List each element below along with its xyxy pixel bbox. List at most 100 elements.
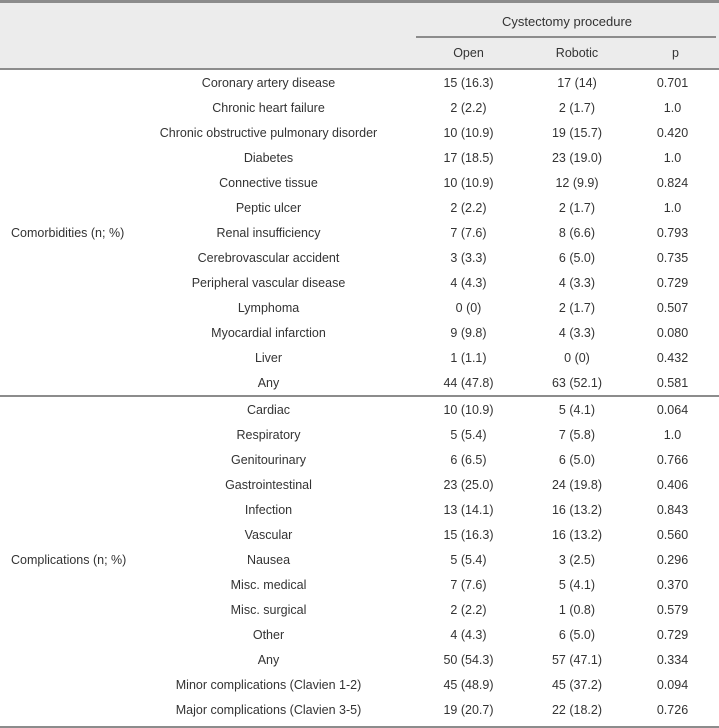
cell-open: 10 (10.9) <box>415 170 522 195</box>
cell-p-value: 0.793 <box>632 220 719 245</box>
cell-robotic: 63 (52.1) <box>522 370 632 395</box>
row-label: Genitourinary <box>150 447 415 472</box>
row-label: Renal insufficiency <box>150 220 415 245</box>
cell-p-value: 0.406 <box>632 472 719 497</box>
row-label: Major complications (Clavien 3-5) <box>150 697 415 722</box>
cell-open: 10 (10.9) <box>415 120 522 145</box>
cell-open: 0 (0) <box>415 295 522 320</box>
row-label: Chronic obstructive pulmonary disorder <box>150 120 415 145</box>
row-label: Coronary artery disease <box>150 70 415 95</box>
group-header-cystectomy-procedure: Cystectomy procedure <box>415 3 719 38</box>
row-label: Nausea <box>150 547 415 572</box>
cell-p-value: 0.766 <box>632 447 719 472</box>
row-label: Lymphoma <box>150 295 415 320</box>
cell-open: 3 (3.3) <box>415 245 522 270</box>
cell-robotic: 2 (1.7) <box>522 295 632 320</box>
cell-p-value: 0.432 <box>632 345 719 370</box>
row-label: Myocardial infarction <box>150 320 415 345</box>
cell-robotic: 8 (6.6) <box>522 220 632 245</box>
cell-robotic: 57 (47.1) <box>522 647 632 672</box>
column-header-robotic: Robotic <box>522 38 632 68</box>
cell-p-value: 0.370 <box>632 572 719 597</box>
stub-header-cell <box>0 3 415 38</box>
cell-robotic: 3 (2.5) <box>522 547 632 572</box>
column-header-row: Open Robotic p <box>0 38 719 68</box>
row-label: Respiratory <box>150 422 415 447</box>
row-label: Vascular <box>150 522 415 547</box>
statistics-table-container: Cystectomy procedure Open Robotic p Como… <box>0 0 719 728</box>
cell-robotic: 6 (5.0) <box>522 447 632 472</box>
cell-p-value: 0.824 <box>632 170 719 195</box>
column-header-open: Open <box>415 38 522 68</box>
group-header-row: Cystectomy procedure <box>0 3 719 38</box>
cell-open: 17 (18.5) <box>415 145 522 170</box>
cell-open: 2 (2.2) <box>415 195 522 220</box>
cell-p-value: 0.064 <box>632 397 719 422</box>
table-header: Cystectomy procedure Open Robotic p <box>0 0 719 70</box>
cell-robotic: 0 (0) <box>522 345 632 370</box>
cell-robotic: 5 (4.1) <box>522 397 632 422</box>
row-label: Cerebrovascular accident <box>150 245 415 270</box>
cell-robotic: 5 (4.1) <box>522 572 632 597</box>
cell-open: 50 (54.3) <box>415 647 522 672</box>
cell-p-value: 1.0 <box>632 145 719 170</box>
table-footer <box>0 722 719 728</box>
row-label: Minor complications (Clavien 1-2) <box>150 672 415 697</box>
cell-p-value: 0.726 <box>632 697 719 722</box>
cell-robotic: 16 (13.2) <box>522 522 632 547</box>
cell-open: 44 (47.8) <box>415 370 522 395</box>
cell-robotic: 1 (0.8) <box>522 597 632 622</box>
row-label: Misc. medical <box>150 572 415 597</box>
section-label-comorbidities: Comorbidities (n; %) <box>0 70 150 395</box>
row-label: Gastrointestinal <box>150 472 415 497</box>
cell-robotic: 16 (13.2) <box>522 497 632 522</box>
cell-robotic: 24 (19.8) <box>522 472 632 497</box>
cell-p-value: 0.581 <box>632 370 719 395</box>
cell-p-value: 0.701 <box>632 70 719 95</box>
cell-robotic: 4 (3.3) <box>522 320 632 345</box>
stub-subheader-cell <box>0 38 415 68</box>
cell-open: 45 (48.9) <box>415 672 522 697</box>
cell-p-value: 0.560 <box>632 522 719 547</box>
cell-open: 5 (5.4) <box>415 422 522 447</box>
cell-robotic: 2 (1.7) <box>522 95 632 120</box>
row-label: Liver <box>150 345 415 370</box>
section-label-complications: Complications (n; %) <box>0 397 150 722</box>
cell-p-value: 1.0 <box>632 422 719 447</box>
cell-p-value: 1.0 <box>632 195 719 220</box>
row-label: Peripheral vascular disease <box>150 270 415 295</box>
cell-robotic: 2 (1.7) <box>522 195 632 220</box>
cell-robotic: 4 (3.3) <box>522 270 632 295</box>
cell-open: 2 (2.2) <box>415 597 522 622</box>
group-header-label: Cystectomy procedure <box>501 13 633 29</box>
cell-robotic: 6 (5.0) <box>522 622 632 647</box>
cell-robotic: 12 (9.9) <box>522 170 632 195</box>
row-label: Connective tissue <box>150 170 415 195</box>
table-row: Comorbidities (n; %) Coronary artery dis… <box>0 70 719 395</box>
column-header-p-value: p <box>632 38 719 68</box>
cell-open: 19 (20.7) <box>415 697 522 722</box>
cell-open: 10 (10.9) <box>415 397 522 422</box>
cell-open: 7 (7.6) <box>415 220 522 245</box>
row-label: Misc. surgical <box>150 597 415 622</box>
cell-robotic: 19 (15.7) <box>522 120 632 145</box>
cell-p-value: 0.296 <box>632 547 719 572</box>
row-label: Any <box>150 370 415 395</box>
cell-robotic: 23 (19.0) <box>522 145 632 170</box>
cell-p-value: 0.334 <box>632 647 719 672</box>
cell-p-value: 0.735 <box>632 245 719 270</box>
section-complications: Complications (n; %) Cardiac 10 (10.9) 5… <box>0 397 719 722</box>
cell-p-value: 0.420 <box>632 120 719 145</box>
cell-robotic: 45 (37.2) <box>522 672 632 697</box>
cell-open: 7 (7.6) <box>415 572 522 597</box>
cell-p-value: 0.080 <box>632 320 719 345</box>
row-label: Cardiac <box>150 397 415 422</box>
row-label: Peptic ulcer <box>150 195 415 220</box>
row-label: Diabetes <box>150 145 415 170</box>
row-label: Any <box>150 647 415 672</box>
table-row: Complications (n; %) Cardiac 10 (10.9) 5… <box>0 397 719 722</box>
cell-open: 13 (14.1) <box>415 497 522 522</box>
cell-open: 4 (4.3) <box>415 622 522 647</box>
cell-robotic: 7 (5.8) <box>522 422 632 447</box>
comorbidities-complications-table: Cystectomy procedure Open Robotic p Como… <box>0 0 719 728</box>
